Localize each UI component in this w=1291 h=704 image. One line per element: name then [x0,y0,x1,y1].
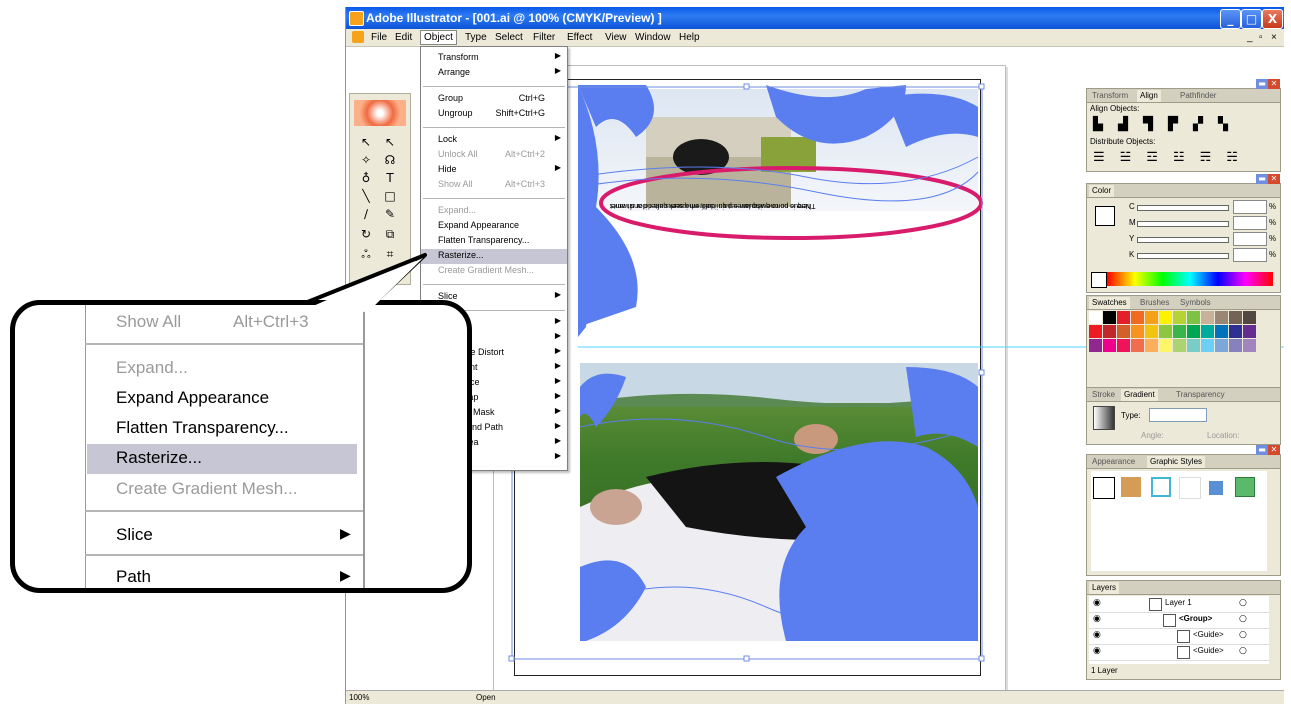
callout-pointer-tip [304,258,423,312]
